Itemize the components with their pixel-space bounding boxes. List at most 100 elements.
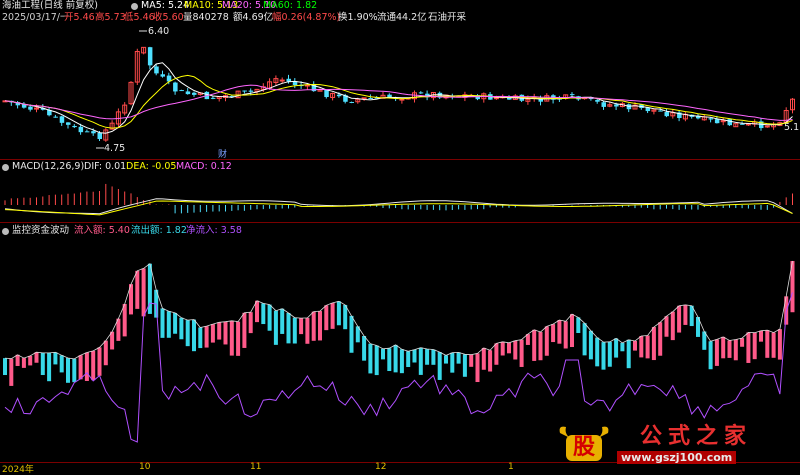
fund-bar — [280, 308, 285, 334]
watermark-logo: 股 — [556, 423, 612, 465]
fund-bar — [91, 350, 96, 381]
fund-bar — [229, 320, 234, 356]
candle — [141, 46, 147, 55]
fund-bar — [532, 329, 537, 361]
candle — [790, 97, 795, 114]
candle — [235, 90, 241, 99]
candle — [179, 89, 184, 92]
fund-bar — [759, 330, 763, 342]
fund-bar — [570, 314, 574, 348]
fund-bar — [481, 347, 486, 370]
fund-bar — [450, 352, 455, 373]
fund-bar — [34, 352, 39, 363]
fund-bar — [368, 343, 373, 374]
fund-bar — [399, 349, 404, 374]
fund-bar — [746, 332, 751, 363]
fund-bar — [595, 337, 600, 367]
fund-bar — [469, 354, 474, 367]
fund-bar — [40, 352, 45, 376]
fund-bar — [217, 322, 222, 340]
ma5-line — [4, 62, 793, 134]
candle — [651, 109, 657, 115]
fund-bar — [494, 343, 499, 365]
fund-bar — [437, 352, 442, 380]
candle — [720, 117, 726, 126]
fund-bar — [727, 340, 732, 358]
fund-bar — [248, 312, 253, 334]
candle — [160, 70, 165, 78]
fund-bar — [15, 354, 20, 366]
fund-bar — [166, 311, 171, 338]
fund-bar — [507, 342, 511, 354]
fund-layer — [3, 260, 795, 443]
fund-bar — [3, 358, 7, 376]
fund-bar — [777, 329, 782, 360]
fund-bar — [639, 335, 644, 358]
x-axis-label-10: 10 — [139, 462, 151, 472]
fund-bar — [242, 312, 247, 348]
candle — [664, 108, 669, 118]
fund-bar — [544, 326, 549, 356]
fund-bar — [97, 347, 102, 376]
fund-bar — [752, 332, 757, 360]
macd-dif-line — [4, 198, 793, 215]
fund-bar — [633, 340, 637, 351]
x-axis-label-2024: 2024年 — [2, 465, 34, 475]
fund-bar — [311, 311, 316, 341]
fund-bar — [324, 305, 329, 331]
fund-bar — [267, 304, 272, 331]
candle — [349, 101, 354, 104]
candle — [764, 125, 770, 128]
fund-bar — [362, 336, 367, 361]
candle — [47, 107, 52, 117]
fund-bar — [47, 352, 52, 382]
fund-bar — [645, 335, 650, 359]
candle — [324, 89, 329, 99]
fund-bar — [59, 355, 64, 373]
candle — [481, 92, 487, 103]
fund-bar — [318, 311, 322, 341]
fund-bar — [305, 317, 310, 344]
candle — [727, 119, 732, 126]
fund-bar — [651, 327, 656, 361]
fund-bar — [374, 345, 379, 376]
candle — [771, 121, 777, 130]
candle — [147, 46, 153, 70]
fund-bar — [488, 350, 493, 372]
fund-bar — [444, 355, 448, 364]
fund-bar — [292, 317, 297, 344]
candle — [66, 122, 71, 129]
fund-bar — [66, 358, 70, 383]
fund-bar — [677, 305, 682, 333]
fund-bar — [708, 341, 713, 370]
ma10-line — [4, 74, 793, 129]
fund-bar — [431, 349, 436, 365]
candle — [242, 90, 247, 94]
watermark-stock-char: 股 — [572, 435, 595, 460]
fund-bar — [733, 339, 738, 361]
fund-bar — [740, 338, 745, 347]
watermark-brand: 公式之家 — [640, 424, 753, 449]
fund-bar — [381, 348, 385, 360]
x-axis-label-11: 11 — [250, 462, 262, 472]
fund-bar — [588, 330, 593, 360]
fund-bar — [223, 321, 228, 345]
fund-bar — [103, 340, 108, 366]
fund-bar — [9, 358, 14, 386]
fund-bar — [210, 324, 215, 343]
fund-bar — [538, 332, 543, 361]
fund-bar — [273, 310, 278, 345]
fund-bar — [582, 323, 587, 356]
fund-bar — [683, 304, 688, 325]
candle — [53, 114, 58, 118]
candle — [128, 81, 134, 106]
fund-bar — [601, 342, 606, 370]
fund-bar — [343, 304, 348, 330]
fund-bar — [513, 340, 518, 360]
candle — [626, 103, 632, 113]
candle — [216, 96, 222, 102]
fund-bar — [28, 355, 33, 366]
x-axis-label-1: 1 — [508, 462, 514, 472]
candle — [752, 119, 758, 127]
candle — [210, 96, 216, 100]
